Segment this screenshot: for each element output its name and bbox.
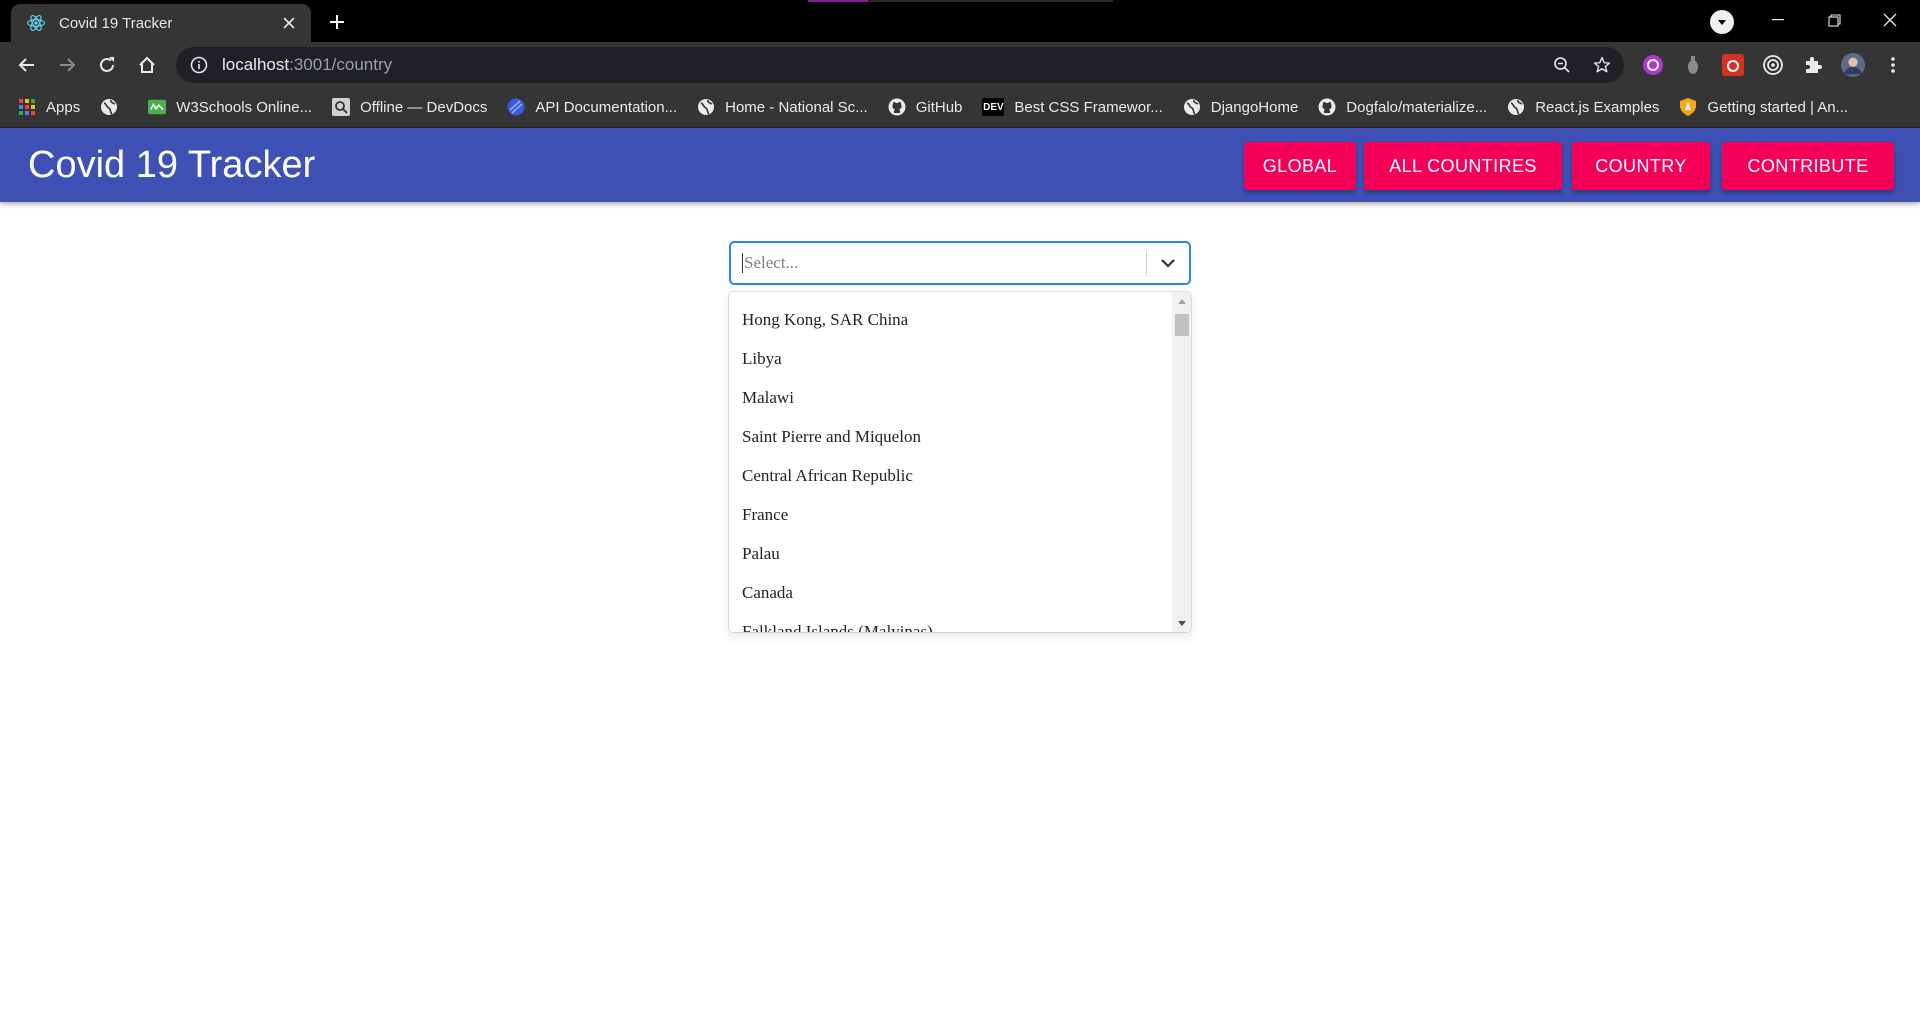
forward-arrow-icon[interactable] [50, 48, 84, 82]
chevron-down-icon[interactable] [1147, 243, 1189, 283]
browser-titlebar: Covid 19 Tracker [0, 0, 1920, 42]
url-host: localhost [222, 55, 290, 74]
title-accent [808, 0, 868, 2]
bookmark-national-sc[interactable]: Home - National Sc... [697, 93, 868, 121]
globe-icon [100, 98, 118, 116]
option-item[interactable]: Palau [729, 534, 1172, 573]
nav-contribute-button[interactable]: CONTRIBUTE [1722, 142, 1894, 190]
select-placeholder: Select... [744, 253, 799, 272]
globe-icon [697, 98, 715, 116]
bookmark-label: GitHub [915, 98, 963, 116]
option-item[interactable]: Canada [729, 573, 1172, 612]
restore-icon[interactable] [1806, 0, 1862, 40]
w3schools-icon [148, 98, 167, 116]
bookmark-django[interactable]: DjangoHome [1183, 93, 1299, 121]
close-window-icon[interactable] [1862, 0, 1918, 40]
options-list: Hong Kong, SAR China Libya Malawi Saint … [729, 292, 1172, 633]
app-header: Covid 19 Tracker GLOBAL ALL COUNTIRES CO… [0, 128, 1920, 202]
url-text: localhost:3001/country [222, 55, 392, 75]
extension-purple-icon[interactable] [1641, 53, 1665, 77]
bookmarks-bar: Apps W3Schools Online... Offline — DevDo… [0, 87, 1920, 128]
dev-icon: DEV [982, 98, 1005, 116]
bookmark-github[interactable]: GitHub [888, 93, 963, 121]
minimize-icon[interactable] [1750, 0, 1806, 40]
nav-all-countries-button[interactable]: ALL COUNTIRES [1364, 142, 1562, 190]
bookmark-label: Home - National Sc... [725, 98, 868, 116]
bookmark-materialize[interactable]: Dogfalo/materialize... [1318, 93, 1487, 121]
country-options-menu: Hong Kong, SAR China Libya Malawi Saint … [729, 292, 1191, 632]
bookmark-w3schools[interactable]: W3Schools Online... [148, 93, 312, 121]
avatar[interactable] [1841, 53, 1865, 77]
scroll-thumb[interactable] [1175, 314, 1189, 336]
info-icon[interactable] [188, 54, 210, 76]
github-icon [1318, 98, 1336, 116]
browser-toolbar: localhost:3001/country [0, 42, 1920, 87]
extension-gray-icon[interactable] [1681, 53, 1705, 77]
bookmark-globe[interactable] [100, 93, 128, 121]
option-item[interactable]: Malawi [729, 378, 1172, 417]
zoom-icon[interactable] [1550, 53, 1574, 77]
globe-icon [1183, 98, 1201, 116]
bookmark-api-docs[interactable]: API Documentation... [507, 93, 677, 121]
tab-title: Covid 19 Tracker [59, 14, 173, 32]
title-accent-2 [868, 0, 1113, 2]
extension-red-icon[interactable] [1721, 53, 1745, 77]
shield-icon [1679, 98, 1697, 116]
app-title: Covid 19 Tracker [28, 144, 316, 186]
url-path: :3001/country [289, 55, 393, 74]
new-tab-icon[interactable] [322, 7, 352, 37]
reload-icon[interactable] [90, 48, 124, 82]
option-item[interactable]: France [729, 495, 1172, 534]
bookmark-label: Offline — DevDocs [360, 98, 488, 116]
country-select-input[interactable]: Select... [731, 243, 1146, 283]
extension-target-icon[interactable] [1761, 53, 1785, 77]
chevron-down-icon[interactable] [1710, 10, 1734, 34]
home-icon[interactable] [130, 48, 164, 82]
nav-global-button[interactable]: GLOBAL [1244, 142, 1356, 190]
option-item[interactable]: Saint Pierre and Miquelon [729, 417, 1172, 456]
option-item[interactable]: Libya [729, 339, 1172, 378]
bookmark-label: DjangoHome [1210, 98, 1299, 116]
star-icon[interactable] [1590, 53, 1614, 77]
bookmark-label: React.js Examples [1535, 98, 1660, 116]
bookmark-devdocs[interactable]: Offline — DevDocs [332, 93, 487, 121]
country-select[interactable]: Select... [729, 241, 1191, 285]
text-caret [742, 253, 743, 273]
browser-tab[interactable]: Covid 19 Tracker [11, 4, 311, 42]
back-arrow-icon[interactable] [10, 48, 44, 82]
globe-icon [1507, 98, 1525, 116]
bookmark-label: API Documentation... [535, 98, 678, 116]
devdocs-icon [332, 98, 351, 116]
react-icon [25, 12, 47, 34]
bookmark-label: Dogfalo/materialize... [1346, 98, 1488, 116]
bookmark-getting-started[interactable]: Getting started | An... [1679, 93, 1848, 121]
bookmark-label: W3Schools Online... [176, 98, 313, 116]
bookmark-label: Best CSS Framewor... [1014, 98, 1163, 116]
option-item[interactable]: Hong Kong, SAR China [729, 300, 1172, 339]
menu-scrollbar[interactable] [1172, 292, 1191, 632]
bookmark-label: Apps [46, 98, 81, 116]
puzzle-icon[interactable] [1801, 53, 1825, 77]
bookmark-react-examples[interactable]: React.js Examples [1507, 93, 1659, 121]
bookmark-label: Getting started | An... [1707, 98, 1849, 116]
nav-country-button[interactable]: COUNTRY [1572, 142, 1710, 190]
github-icon [888, 98, 906, 116]
address-bar[interactable]: localhost:3001/country [176, 47, 1624, 83]
option-item[interactable]: Falkland Islands (Malvinas) [729, 612, 1172, 633]
apps-grid-icon [18, 98, 36, 116]
close-tab-icon[interactable] [275, 9, 303, 37]
bookmark-css-framework[interactable]: DEV Best CSS Framewor... [982, 93, 1163, 121]
scroll-up-icon[interactable] [1172, 292, 1191, 309]
bookmark-apps[interactable]: Apps [18, 93, 80, 121]
option-item[interactable]: Central African Republic [729, 456, 1172, 495]
scroll-down-icon[interactable] [1172, 615, 1191, 632]
kebab-menu-icon[interactable] [1881, 53, 1905, 77]
api-doc-icon [507, 98, 525, 116]
